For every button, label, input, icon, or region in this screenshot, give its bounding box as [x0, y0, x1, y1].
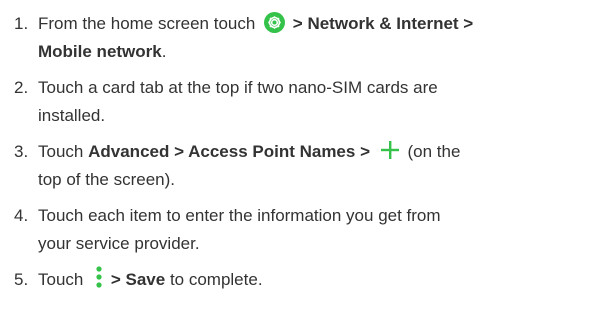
step-number: 3. [14, 142, 29, 161]
step-text-suffix: to complete. [169, 270, 263, 289]
save-label: > Save [110, 270, 166, 289]
punctuation: . [161, 42, 167, 61]
step-text-line2: top of the screen). [38, 170, 176, 189]
step-text-line2: installed. [38, 106, 106, 125]
step-3: 3. Touch Advanced > Access Point Names >… [14, 138, 599, 189]
step-text: Touch a card tab at the top if two nano-… [38, 78, 438, 97]
step-text-prefix: From the home screen touch [38, 14, 256, 33]
step-number: 1. [14, 14, 29, 33]
step-text-suffix: (on the [407, 142, 461, 161]
step-text-line2: your service provider. [38, 234, 200, 253]
step-2: 2. Touch a card tab at the top if two na… [14, 74, 599, 125]
step-number: 2. [14, 78, 29, 97]
apn-path: Advanced > Access Point Names > [88, 142, 370, 161]
step-text: Touch each item to enter the information… [38, 206, 441, 225]
mobile-network-label: Mobile network [38, 42, 162, 61]
step-1: 1. From the home screen touch > Network … [14, 10, 599, 61]
step-text: Touch > Save to complete. [38, 266, 598, 294]
step-5: 5. Touch > Save to complete. [14, 266, 599, 294]
step-text: Touch Advanced > Access Point Names > (o… [38, 138, 598, 166]
step-text: From the home screen touch > Network & I… [38, 10, 598, 38]
step-number: 5. [14, 270, 29, 289]
step-4: 4. Touch each item to enter the informat… [14, 202, 599, 253]
step-text-prefix: Touch [38, 142, 84, 161]
more-menu-icon [96, 266, 102, 288]
step-number: 4. [14, 206, 29, 225]
add-plus-icon [380, 141, 399, 159]
settings-gear-icon [264, 12, 286, 33]
step-text-line2: Mobile network. [38, 38, 166, 66]
step-text-prefix: Touch [38, 270, 84, 289]
network-internet-path: > Network & Internet > [292, 14, 474, 33]
instruction-steps: 1. From the home screen touch > Network … [0, 0, 601, 322]
